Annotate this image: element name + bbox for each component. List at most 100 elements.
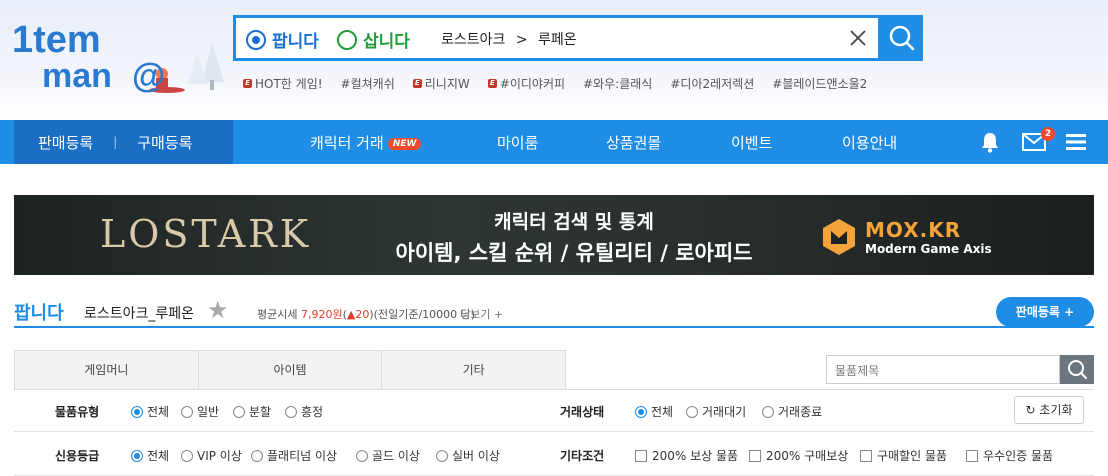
tab-etc[interactable]: 기타 [382,351,565,389]
credit-option[interactable]: 실버 이상 [436,447,500,464]
hot-tag-label[interactable]: #컬쳐캐쉬 [341,75,395,92]
radio[interactable] [181,449,193,462]
itemmania-logo[interactable]: 1tem man @ [12,12,227,107]
etc-option[interactable]: 200% 구매보상 [749,447,848,464]
search-icon [889,25,915,51]
nav-item-giftcard-mall[interactable]: 상품권몰 [606,132,661,153]
new-badge: NEW [387,137,422,150]
hot-tag[interactable]: #블레이드앤소울2 [772,75,867,92]
credit-option[interactable]: VIP 이상 [181,447,242,464]
search-input[interactable]: 로스트아크 > 루페온 [441,29,577,49]
event-icon: E [412,79,422,88]
hot-tag-label[interactable]: #블레이드앤소울2 [772,75,867,92]
option-label: 전체 [651,405,674,419]
option-label: 거래대기 [702,405,747,419]
avg-label: 평균시세 [257,308,298,321]
checkbox[interactable] [635,449,647,462]
hot-tag[interactable]: E HOT한 게임! [243,75,323,92]
section-header: 팝니다 로스트아크_루페온 ★ 평균시세 7,920원(▲20)(전일기준/10… [14,297,1094,327]
favorite-star-icon[interactable]: ★ [207,298,229,322]
sell-radio-dot[interactable] [246,29,266,50]
menu-icon[interactable] [1066,133,1086,151]
section-divider [14,326,1094,328]
status-option[interactable]: 거래종료 [762,403,822,420]
type-option[interactable]: 전체 [131,403,169,420]
option-label: 분할 [249,405,272,419]
sell-register-button[interactable]: 판매등록 + [996,297,1094,327]
page-title: 팝니다 [14,303,64,324]
etc-option[interactable]: 우수인증 물품 [966,447,1053,464]
item-title-search-input[interactable]: 물품제목 [826,355,1060,384]
hot-tag[interactable]: #디아2레저렉션 [670,75,754,92]
radio[interactable] [686,405,698,418]
lostark-banner[interactable]: LOSTARK 캐릭터 검색 및 통계 아이템, 스킬 순위 / 유틸리티 / … [14,195,1094,275]
type-option[interactable]: 일반 [181,403,219,420]
mox-title: MOX.KR [865,218,962,242]
tab-game-money[interactable]: 게임머니 [15,351,199,389]
credit-option[interactable]: 플래티넘 이상 [251,447,337,464]
hot-tag-label[interactable]: #디아2레저렉션 [670,75,754,92]
svg-text:man: man [42,57,112,95]
credit-option[interactable]: 골드 이상 [356,447,420,464]
checkbox[interactable] [966,449,978,462]
checkbox[interactable] [860,449,872,462]
nav-item-myroom[interactable]: 마이룸 [497,132,538,153]
buy-register-link[interactable]: 구매등록 [137,132,192,153]
mox-brand: MOX.KR Modern Game Axis [819,217,992,257]
more-link[interactable]: 더보기 + [460,306,503,322]
option-label: 거래종료 [778,405,823,419]
hot-tag[interactable]: E #이디야커피 [487,75,565,92]
bell-icon[interactable] [979,130,1001,154]
radio[interactable] [356,449,368,462]
mox-subtitle: Modern Game Axis [865,242,992,256]
nav-item-event[interactable]: 이벤트 [731,132,772,153]
radio[interactable] [131,449,143,462]
hot-tag-label[interactable]: #와우:클래식 [583,75,652,92]
option-label: 전체 [147,405,170,419]
nav-item-character-trade[interactable]: 캐릭터 거래 NEW [310,132,422,153]
nav-item-label[interactable]: 캐릭터 거래 [310,134,384,152]
nav-item-guide[interactable]: 이용안내 [842,132,897,153]
radio[interactable] [233,405,245,418]
hot-tag-label[interactable]: 리니지W [425,75,470,92]
checkbox[interactable] [749,449,761,462]
filter-row-credit-etc: 신용등급 전체 VIP 이상 플래티넘 이상 골드 이상 실버 이상 기타조건 … [14,434,1094,476]
hot-tag[interactable]: #컬쳐캐쉬 [341,75,395,92]
sell-register-link[interactable]: 판매등록 [38,132,93,153]
sell-radio[interactable]: 팝니다 [246,27,319,52]
radio[interactable] [436,449,448,462]
search-button[interactable] [881,15,923,61]
register-group: 판매등록 | 구매등록 [14,120,233,164]
hot-tag-label[interactable]: HOT한 게임! [255,75,323,92]
buy-radio-dot[interactable] [337,29,357,50]
buy-radio-label[interactable]: 삽니다 [363,27,410,52]
buy-radio[interactable]: 삽니다 [337,27,410,52]
event-icon: E [487,79,497,88]
radio[interactable] [285,405,297,418]
radio[interactable] [762,405,774,418]
item-search-button[interactable] [1060,355,1094,384]
type-option[interactable]: 분할 [233,403,271,420]
average-price: 평균시세 7,920원(▲20)(전일기준/10000 당) [257,308,476,321]
type-option[interactable]: 흥정 [285,403,323,420]
reset-button[interactable]: ↻ 초기화 [1014,396,1084,424]
radio[interactable] [131,405,143,418]
sell-radio-label[interactable]: 팝니다 [272,27,319,52]
option-label: 200% 보상 물품 [652,449,739,463]
credit-option[interactable]: 전체 [131,447,169,464]
etc-option[interactable]: 구매할인 물품 [860,447,947,464]
search-box[interactable]: 팝니다 삽니다 로스트아크 > 루페온 [233,15,881,61]
status-option[interactable]: 거래대기 [686,403,746,420]
tab-item[interactable]: 아이템 [199,351,383,389]
close-icon[interactable] [848,28,868,48]
hot-tag[interactable]: #와우:클래식 [583,75,652,92]
hot-tag[interactable]: E 리니지W [412,75,470,92]
radio[interactable] [635,405,647,418]
hot-tag-label[interactable]: #이디야커피 [500,75,565,92]
etc-option[interactable]: 200% 보상 물품 [635,447,738,464]
radio[interactable] [181,405,193,418]
search-icon [1068,360,1087,379]
refresh-icon: ↻ [1025,403,1036,417]
radio[interactable] [251,449,263,462]
status-option[interactable]: 전체 [635,403,673,420]
